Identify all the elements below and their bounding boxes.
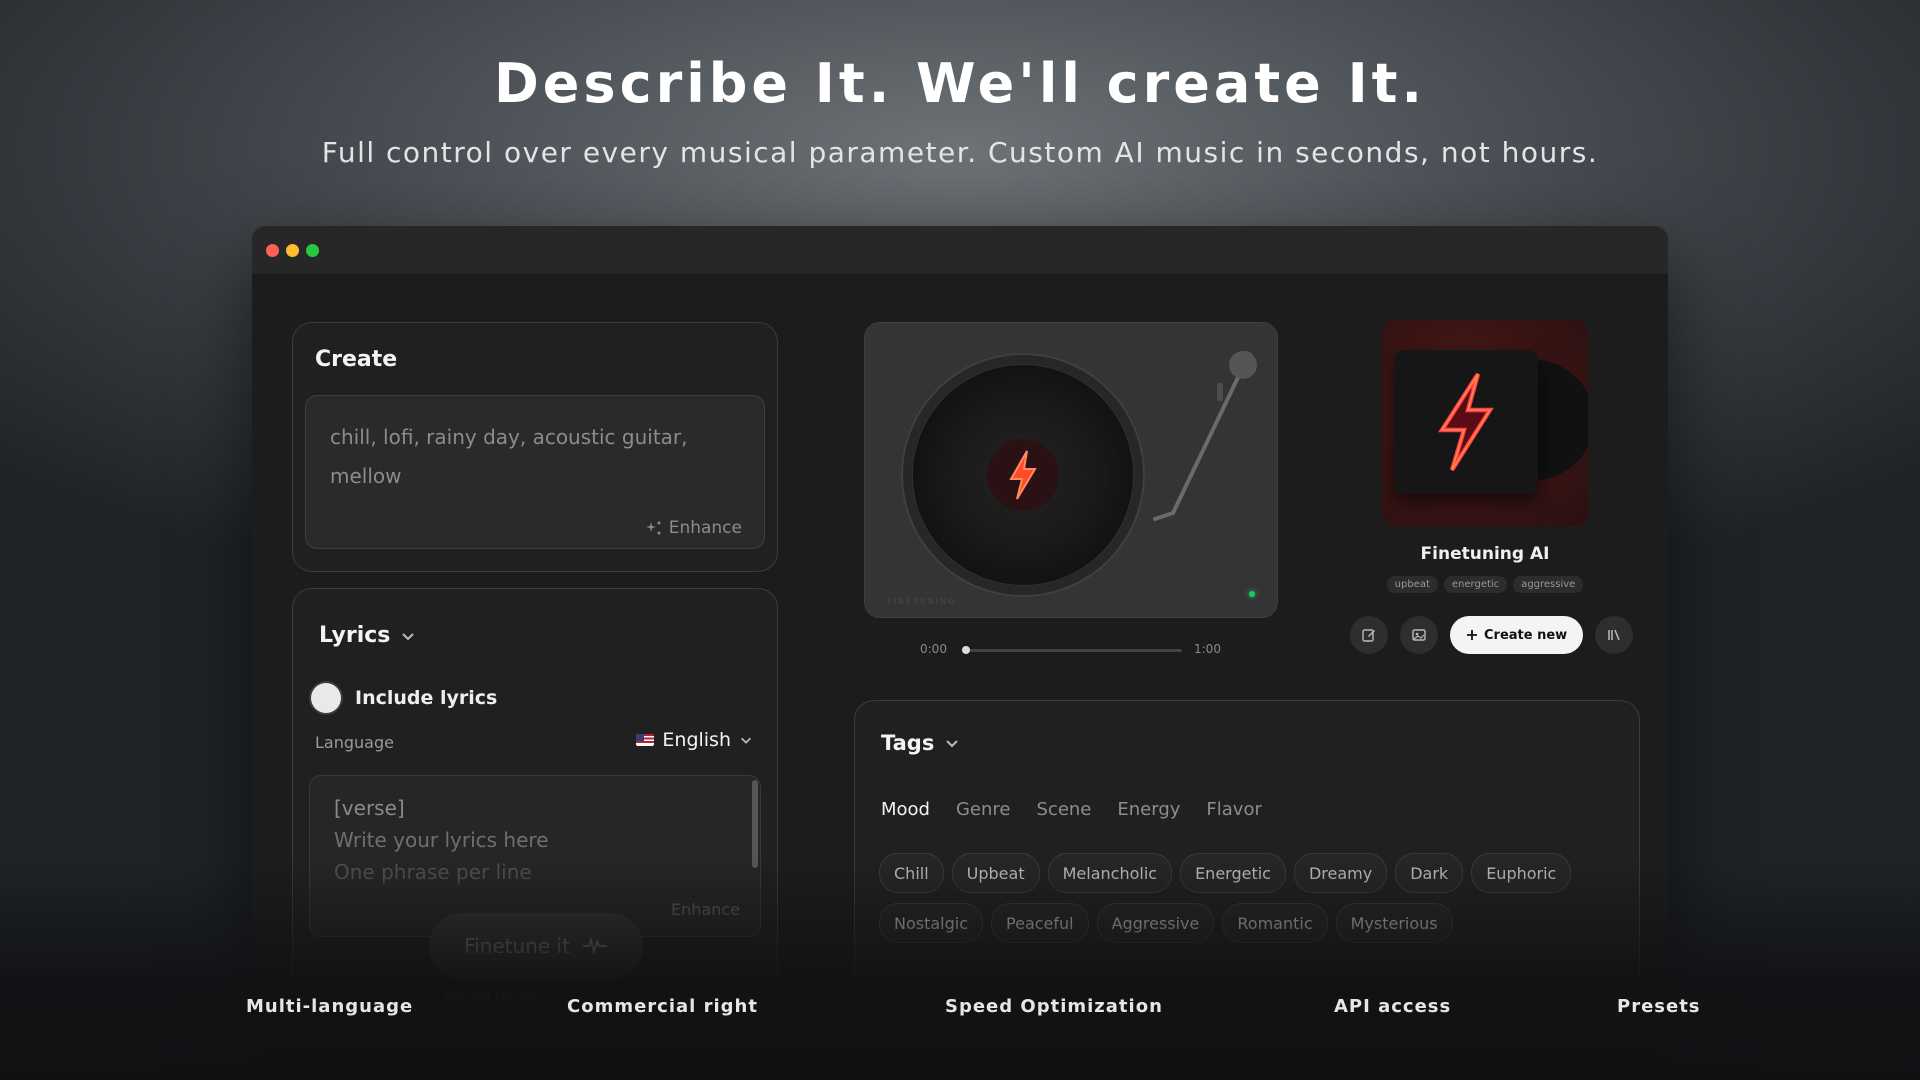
lightning-icon (1437, 372, 1494, 472)
language-value: English (662, 729, 731, 751)
tab-flavor[interactable]: Flavor (1206, 799, 1261, 820)
plus-icon (1467, 630, 1477, 640)
lyrics-title: Lyrics (319, 623, 391, 648)
toggle-knob (311, 683, 341, 713)
lyrics-scrollbar[interactable] (752, 780, 758, 868)
lyrics-panel: Lyrics Include lyrics Language English [… (292, 588, 778, 1046)
tag-chip[interactable]: Melancholic (1047, 853, 1173, 893)
window-titlebar (252, 226, 1668, 274)
progress-handle[interactable] (962, 646, 970, 654)
feature-item: Speed Optimization (945, 996, 1163, 1017)
track-title: Finetuning AI (1420, 544, 1550, 564)
tag-chip[interactable]: Energetic (1180, 853, 1286, 893)
tab-energy[interactable]: Energy (1117, 799, 1180, 820)
tag-tabs: Mood Genre Scene Energy Flavor (881, 799, 1262, 820)
lyrics-placeholder-line: One phrase per line (334, 860, 532, 884)
tab-scene[interactable]: Scene (1037, 799, 1092, 820)
close-window-button[interactable] (266, 244, 279, 257)
track-tag: aggressive (1513, 576, 1584, 593)
time-total: 1:00 (1194, 642, 1221, 656)
create-title: Create (315, 347, 398, 372)
tonearm-base (1229, 351, 1257, 379)
feature-item: Commercial right (567, 996, 758, 1017)
tag-chip[interactable]: Peaceful (991, 903, 1089, 943)
tag-chip[interactable]: Upbeat (951, 853, 1040, 893)
finetune-button[interactable]: Finetune it (429, 913, 643, 979)
turntable-player: FINETUNING (864, 322, 1278, 618)
tag-chip[interactable]: Euphoric (1471, 853, 1572, 893)
minimize-window-button[interactable] (286, 244, 299, 257)
tag-chip[interactable]: Mysterious (1335, 903, 1453, 943)
edit-icon (1362, 629, 1375, 642)
tag-chip[interactable]: Dreamy (1293, 853, 1388, 893)
track-tag: upbeat (1386, 576, 1438, 593)
cover-art (1394, 350, 1538, 494)
include-lyrics-label: Include lyrics (355, 687, 498, 709)
lyrics-placeholder-line: [verse] (334, 796, 405, 820)
finetune-label: Finetune it (464, 934, 570, 958)
feature-item: API access (1334, 996, 1452, 1017)
tags-title: Tags (881, 731, 935, 755)
hero-subtitle: Full control over every musical paramete… (321, 136, 1599, 169)
tag-chip[interactable]: Dark (1395, 853, 1464, 893)
lyrics-toggle-header[interactable]: Lyrics (319, 623, 416, 648)
tonearm[interactable] (865, 323, 1277, 617)
hero-title: Describe It. We'll create It. (493, 52, 1426, 115)
language-label: Language (315, 733, 394, 752)
feature-item: Presets (1617, 996, 1701, 1017)
track-tags: upbeat energetic aggressive (1382, 576, 1588, 593)
power-indicator (1249, 591, 1255, 597)
chevron-down-icon (402, 632, 415, 640)
tag-chip[interactable]: Aggressive (1096, 903, 1215, 943)
app-window: Create chill, lofi, rainy day, acoustic … (252, 226, 1668, 1046)
edit-button[interactable] (1350, 616, 1388, 654)
track-tag: energetic (1443, 576, 1508, 593)
prompt-placeholder: chill, lofi, rainy day, acoustic guitar,… (330, 425, 688, 488)
us-flag-icon (636, 734, 655, 746)
tab-genre[interactable]: Genre (956, 799, 1011, 820)
prompt-input[interactable]: chill, lofi, rainy day, acoustic guitar,… (305, 395, 765, 549)
turntable-brand: FINETUNING (887, 597, 957, 606)
tab-mood[interactable]: Mood (881, 799, 930, 820)
prompt-enhance-label: Enhance (668, 518, 742, 538)
album-cover (1382, 320, 1588, 526)
tag-chip[interactable]: Nostalgic (879, 903, 984, 943)
playback-progress[interactable]: 0:00 1:00 (920, 640, 1221, 660)
tag-chip[interactable]: Romantic (1222, 903, 1328, 943)
maximize-window-button[interactable] (306, 244, 319, 257)
create-new-button[interactable]: Create new (1450, 616, 1584, 654)
feature-list: Multi-language Commercial right Speed Op… (0, 996, 1920, 1020)
lyrics-enhance-button[interactable]: Enhance (671, 900, 740, 919)
track-actions: Create new (1350, 616, 1634, 654)
language-select[interactable]: English (636, 729, 753, 751)
feature-item: Multi-language (246, 996, 414, 1017)
create-panel: Create chill, lofi, rainy day, acoustic … (292, 322, 778, 572)
progress-track[interactable] (962, 649, 1182, 652)
tag-chip[interactable]: Chill (879, 853, 944, 893)
time-current: 0:00 (920, 642, 947, 656)
library-icon (1608, 629, 1620, 641)
chevron-down-icon (946, 740, 959, 748)
sparkle-icon (645, 521, 661, 535)
tags-panel: Tags Mood Genre Scene Energy Flavor Chil… (854, 700, 1640, 1046)
include-lyrics-toggle[interactable]: Include lyrics (311, 683, 497, 713)
chevron-down-icon (741, 737, 751, 744)
image-button[interactable] (1400, 616, 1438, 654)
lyrics-placeholder-line: Write your lyrics here (334, 828, 549, 852)
tag-chips: Chill Upbeat Melancholic Energetic Dream… (879, 853, 1619, 943)
image-icon (1412, 629, 1426, 641)
tags-toggle-header[interactable]: Tags (881, 731, 960, 755)
library-button[interactable] (1595, 616, 1634, 654)
prompt-enhance-button[interactable]: Enhance (645, 518, 742, 538)
create-new-label: Create new (1484, 627, 1568, 643)
waveform-icon (582, 937, 607, 955)
